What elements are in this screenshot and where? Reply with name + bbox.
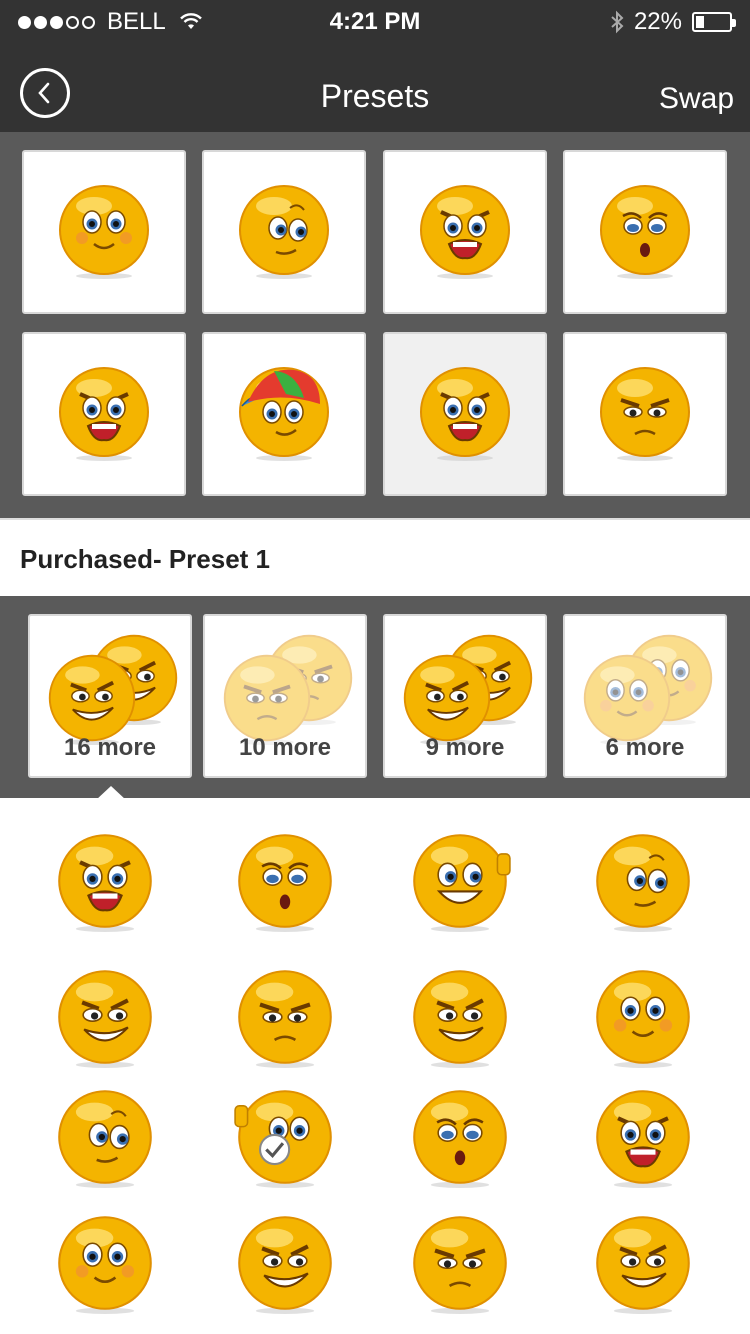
emoji-surprised-icon (233, 829, 337, 938)
preset-tile[interactable] (383, 150, 547, 314)
preset-tile[interactable] (563, 150, 727, 314)
emoji-cell[interactable] (568, 818, 718, 948)
emoji-curious-icon (53, 1085, 157, 1194)
emoji-happy-blush-icon (54, 180, 154, 285)
emoji-cell[interactable] (385, 954, 535, 1084)
emoji-stack-icon (385, 624, 545, 746)
preset-tile[interactable] (22, 332, 186, 496)
emoji-cell[interactable] (210, 1200, 360, 1330)
more-group-tile[interactable]: 16 more (28, 614, 192, 778)
emoji-angry-yell-icon (415, 362, 515, 467)
emoji-cell[interactable] (30, 1200, 180, 1330)
emoji-cell[interactable] (385, 818, 535, 948)
emoji-stack-icon (565, 624, 725, 746)
emoji-cell[interactable] (385, 1074, 535, 1204)
emoji-grumpy-icon (233, 965, 337, 1074)
battery-icon (692, 12, 736, 32)
emoji-sly-icon (233, 1211, 337, 1320)
purchased-header: Purchased- Preset 1 (0, 518, 750, 596)
emoji-surprised-icon (595, 180, 695, 285)
bluetooth-icon (611, 10, 624, 34)
emoji-stack-icon (205, 624, 365, 746)
emoji-grumpy-icon (408, 1211, 512, 1320)
emoji-angry-yell-icon (591, 1085, 695, 1194)
selection-pointer (96, 786, 126, 800)
emoji-cell[interactable] (568, 1200, 718, 1330)
emoji-grumpy-icon (595, 362, 695, 467)
preset-tile[interactable] (22, 150, 186, 314)
preset-tile[interactable] (202, 332, 366, 496)
more-count-label: 16 more (63, 734, 157, 761)
preset-tile[interactable] (202, 150, 366, 314)
swap-button[interactable]: Swap (659, 82, 734, 116)
more-group-tile[interactable]: 10 more (203, 614, 367, 778)
emoji-thumbs-grin-icon (408, 829, 512, 938)
emoji-angry-yell-icon (54, 362, 154, 467)
emoji-thumbs-check-icon (233, 1085, 337, 1194)
emoji-happy-blush-icon (591, 965, 695, 1074)
more-count-label: 6 more (605, 734, 685, 761)
emoji-curious-icon (234, 180, 334, 285)
purchased-title: Purchased- Preset 1 (20, 544, 271, 574)
more-group-tile[interactable]: 6 more (563, 614, 727, 778)
emoji-surprised-icon (408, 1085, 512, 1194)
emoji-angry-yell-icon (53, 829, 157, 938)
emoji-sly-icon (591, 1211, 695, 1320)
more-count-label: 9 more (425, 734, 505, 761)
emoji-sly-icon (408, 965, 512, 1074)
more-groups-row: 16 more 10 more 9 more 6 more (0, 596, 750, 798)
emoji-curious-icon (591, 829, 695, 938)
more-group-tile[interactable]: 9 more (383, 614, 547, 778)
emoji-cell[interactable] (30, 818, 180, 948)
emoji-angry-yell-icon (415, 180, 515, 285)
emoji-cell[interactable] (210, 1074, 360, 1204)
emoji-cell[interactable] (568, 1074, 718, 1204)
status-right: 22% (610, 8, 736, 36)
preset-tile[interactable] (563, 332, 727, 496)
emoji-cell[interactable] (568, 954, 718, 1084)
preset-tile[interactable] (383, 332, 547, 496)
emoji-sly-icon (53, 965, 157, 1074)
emoji-cell[interactable] (30, 1074, 180, 1204)
status-bar: BELL 4:21 PM 22% (0, 0, 750, 40)
emoji-cell[interactable] (210, 954, 360, 1084)
preset-grid (0, 132, 750, 518)
page-title: Presets (320, 78, 430, 114)
emoji-cell[interactable] (210, 818, 360, 948)
emoji-grid (0, 800, 750, 1334)
emoji-cell[interactable] (385, 1200, 535, 1330)
navigation-bar: Presets Swap (0, 40, 750, 132)
battery-percent: 22% (633, 8, 682, 35)
more-count-label: 10 more (238, 734, 332, 761)
emoji-cell[interactable] (30, 954, 180, 1084)
emoji-cap-smile-icon (234, 362, 334, 467)
emoji-stack-icon (30, 624, 190, 746)
emoji-happy-blush-icon (53, 1211, 157, 1320)
